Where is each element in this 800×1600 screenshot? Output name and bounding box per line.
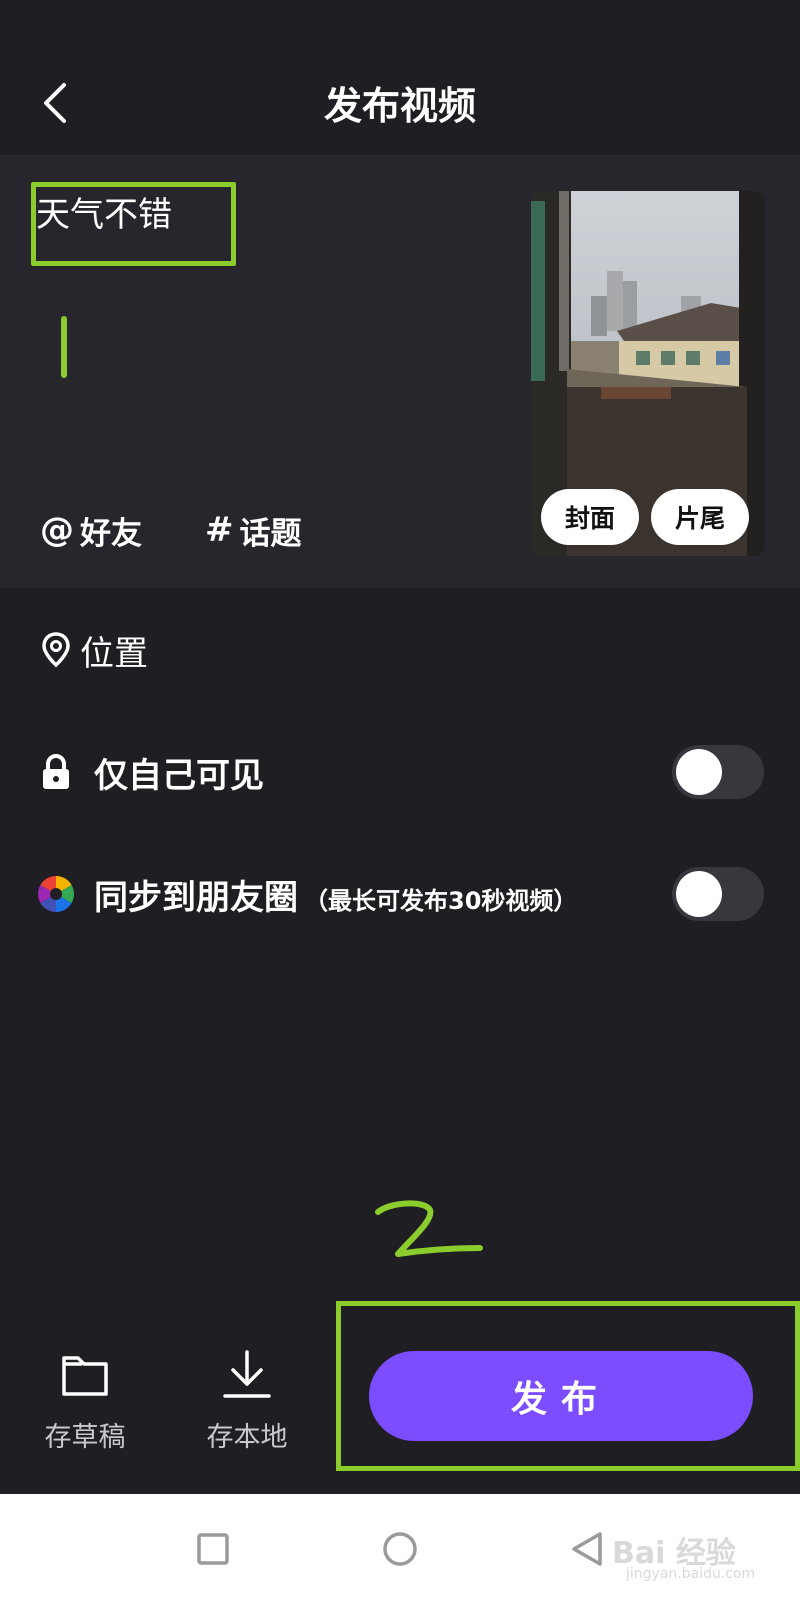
square-icon: [197, 1533, 229, 1565]
lock-icon: [36, 752, 76, 792]
back-nav-button[interactable]: [562, 1524, 612, 1574]
add-topic-button[interactable]: # 话题: [205, 505, 302, 555]
save-local-button[interactable]: 存本地: [192, 1345, 302, 1455]
moments-label: 同步到朋友圈: [94, 877, 298, 918]
at-icon: @: [40, 510, 74, 550]
video-thumbnail[interactable]: 封面 片尾: [531, 191, 765, 556]
save-local-label: 存本地: [206, 1422, 288, 1453]
moments-label-group: 同步到朋友圈 （最长可发布30秒视频）: [94, 870, 577, 919]
header: 发布视频: [0, 0, 800, 155]
moments-shutter-icon: [36, 874, 76, 914]
private-row: 仅自己可见: [0, 732, 800, 812]
cover-button[interactable]: 封面: [541, 489, 639, 545]
annotation-mark-2: [375, 1200, 483, 1257]
toggle-knob: [676, 871, 722, 917]
location-pin-icon: [36, 630, 76, 670]
triangle-back-icon: [572, 1532, 602, 1566]
publish-video-screen: 发布视频 天气不错 @ 好友 # 话题 封面 片尾 位置 仅自己可见 同步到朋友…: [0, 0, 800, 1600]
ending-button[interactable]: 片尾: [651, 489, 749, 545]
location-row[interactable]: 位置: [0, 610, 800, 690]
hashtag-icon: #: [205, 510, 234, 550]
private-toggle[interactable]: [672, 745, 764, 799]
download-icon: [217, 1345, 277, 1405]
mention-friends-button[interactable]: @ 好友: [40, 505, 142, 555]
publish-button[interactable]: 发布: [369, 1351, 753, 1441]
folder-icon: [55, 1345, 115, 1405]
watermark-url: jingyan.baidu.com: [626, 1566, 756, 1582]
page-title: 发布视频: [323, 84, 476, 128]
private-label: 仅自己可见: [94, 755, 264, 796]
home-button[interactable]: [375, 1524, 425, 1574]
moments-toggle[interactable]: [672, 867, 764, 921]
recents-button[interactable]: [188, 1524, 238, 1574]
save-draft-label: 存草稿: [44, 1422, 126, 1453]
moments-row: 同步到朋友圈 （最长可发布30秒视频）: [0, 854, 800, 934]
annotation-box-caption: [31, 182, 236, 266]
save-draft-button[interactable]: 存草稿: [30, 1345, 140, 1455]
toggle-knob: [676, 749, 722, 795]
mention-friends-label: 好友: [80, 515, 142, 552]
location-label: 位置: [80, 633, 148, 674]
annotation-mark-1: [61, 316, 67, 378]
add-topic-label: 话题: [239, 515, 302, 552]
moments-note: （最长可发布30秒视频）: [304, 886, 578, 915]
circle-icon: [383, 1532, 417, 1566]
